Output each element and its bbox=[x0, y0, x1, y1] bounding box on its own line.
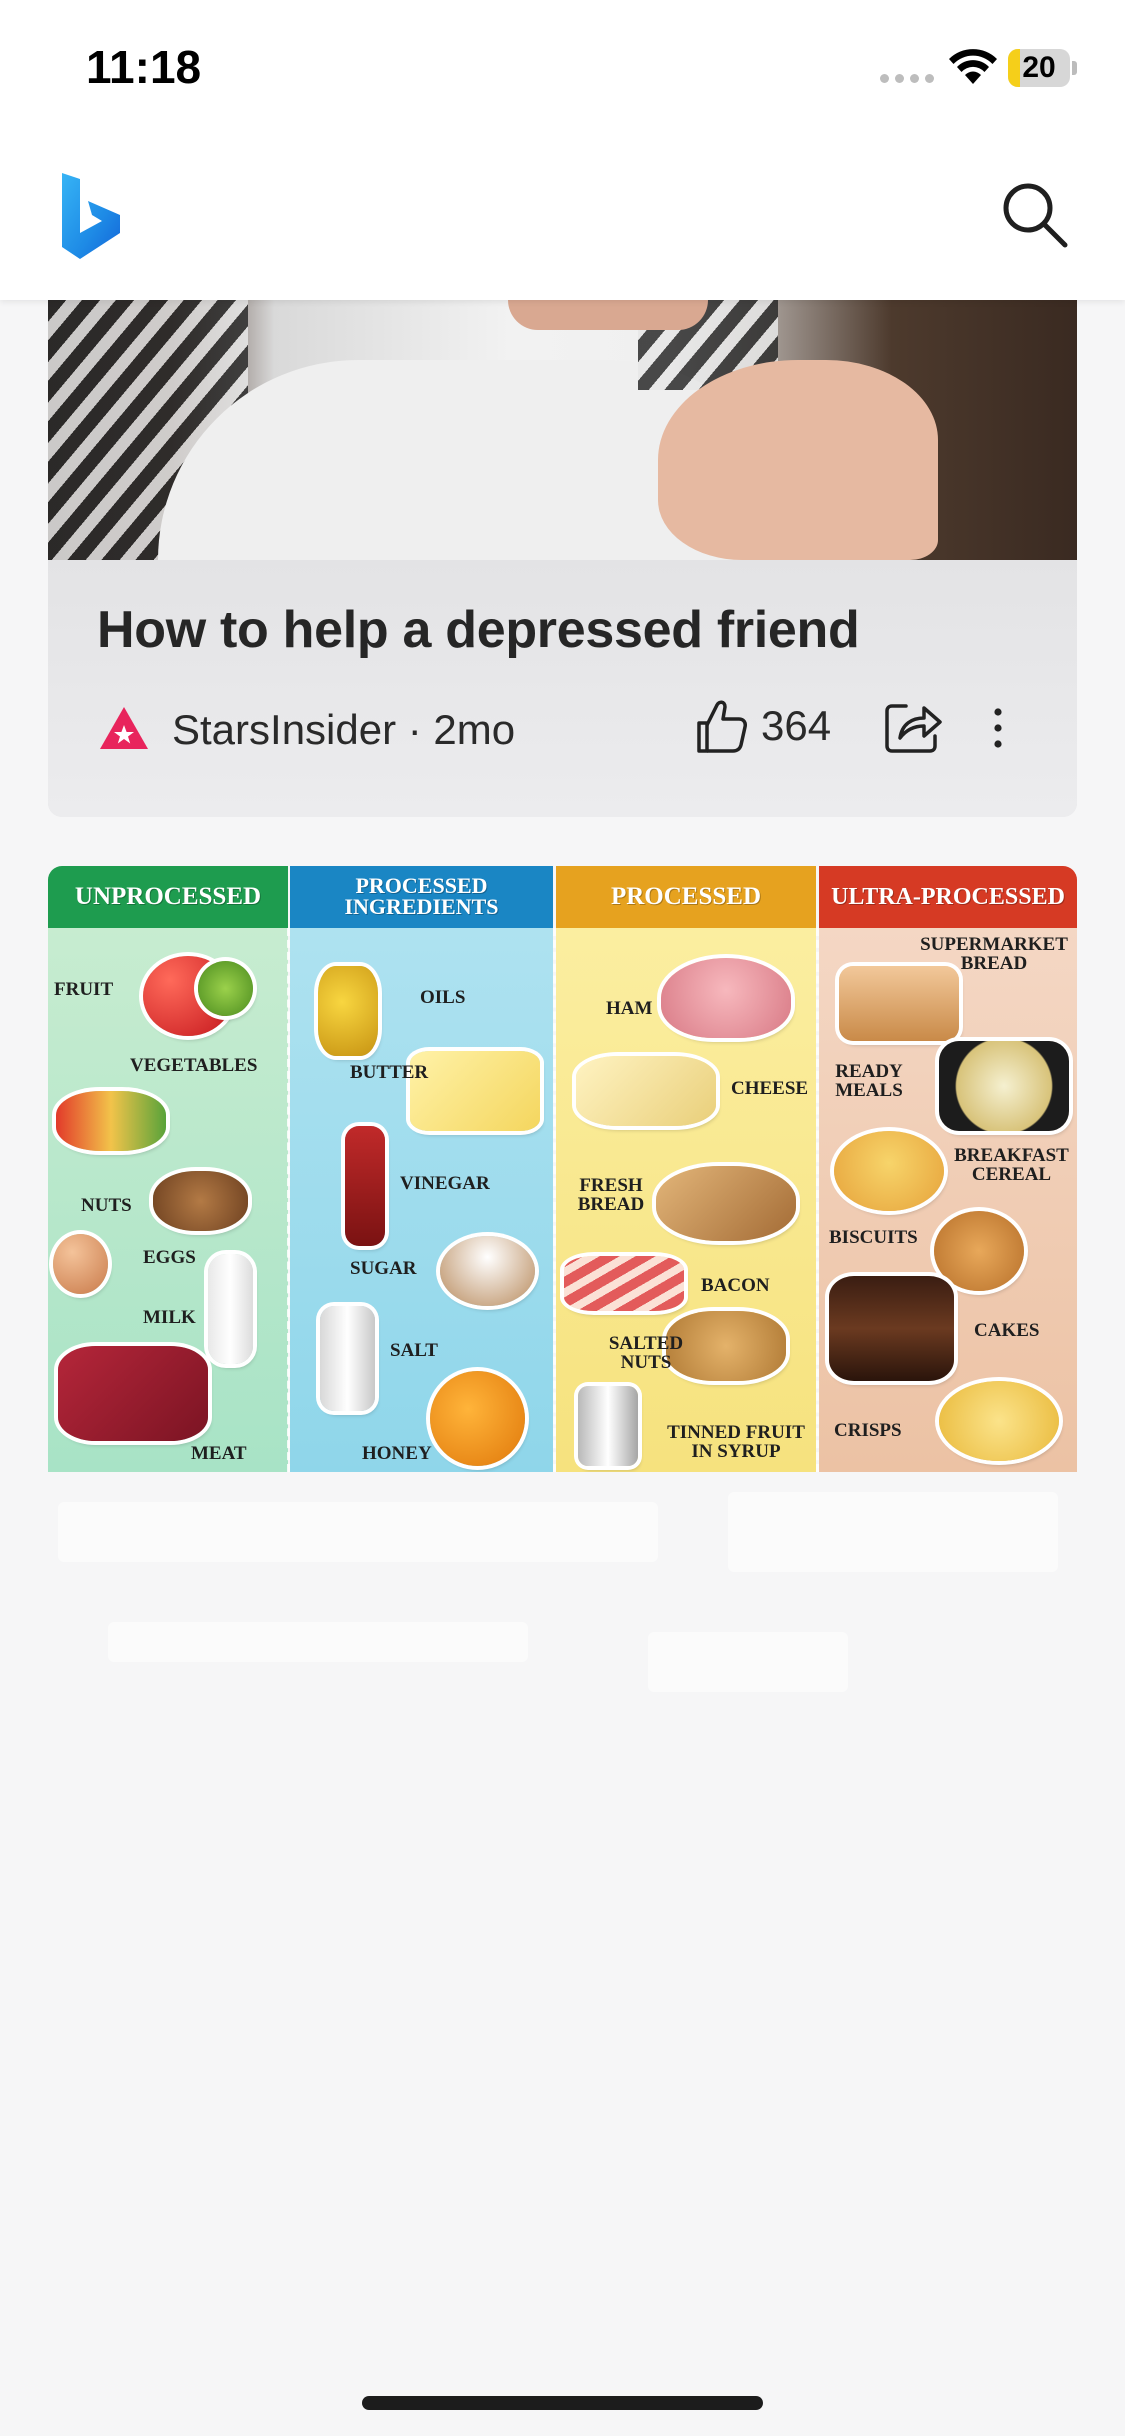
food-label: VINEGAR bbox=[400, 1173, 490, 1194]
food-label: HONEY bbox=[362, 1443, 432, 1464]
food-label: MEAT bbox=[191, 1443, 247, 1464]
battery-icon: 20 bbox=[1008, 49, 1078, 87]
food-label: SUGAR bbox=[350, 1258, 417, 1279]
news-card[interactable]: How to help a depressed friend StarsInsi… bbox=[48, 300, 1077, 817]
food-label: VEGETABLES bbox=[130, 1055, 258, 1076]
food-label: HAM bbox=[606, 998, 653, 1019]
food-label: SALT bbox=[390, 1340, 438, 1361]
screen: 11:18 20 How to help a depressed friend … bbox=[0, 0, 1125, 2436]
food-label: MILK bbox=[143, 1307, 196, 1328]
wifi-icon bbox=[949, 49, 997, 84]
food-label: BREAKFAST CEREAL bbox=[954, 1145, 1069, 1185]
news-card-image[interactable] bbox=[48, 300, 1077, 560]
food-label: BISCUITS bbox=[829, 1227, 918, 1248]
like-count: 364 bbox=[761, 702, 832, 749]
food-label: OILS bbox=[420, 987, 466, 1008]
column-processed-ingredients: PROCESSED INGREDIENTS OILS BUTTER VINEGA… bbox=[290, 866, 553, 1472]
food-label: FRUIT bbox=[54, 979, 114, 1000]
food-label: READY MEALS bbox=[835, 1061, 903, 1101]
starsinsider-logo-icon bbox=[100, 707, 148, 749]
battery-level: 20 bbox=[1022, 51, 1056, 84]
column-processed: PROCESSED HAM CHEESE FRESH BREAD BACON S… bbox=[556, 866, 816, 1472]
food-label: CRISPS bbox=[834, 1420, 902, 1441]
column-unprocessed: UNPROCESSED FRUIT VEGETABLES NUTS EGGS M… bbox=[48, 866, 288, 1472]
food-label: SUPERMARKET BREAD bbox=[920, 934, 1068, 974]
infographic-card[interactable]: UNPROCESSED FRUIT VEGETABLES NUTS EGGS M… bbox=[48, 866, 1077, 1472]
food-label: BUTTER bbox=[350, 1062, 429, 1083]
status-time: 11:18 bbox=[86, 41, 202, 93]
column-ultra-processed: ULTRA-PROCESSED SUPERMARKET BREAD READY … bbox=[819, 866, 1077, 1472]
search-icon[interactable] bbox=[995, 175, 1075, 255]
loading-content bbox=[48, 1472, 1077, 1772]
news-card-title[interactable]: How to help a depressed friend bbox=[97, 600, 860, 660]
thumbs-up-icon bbox=[697, 700, 747, 753]
news-card-source[interactable]: StarsInsider · 2mo bbox=[172, 706, 515, 754]
bing-logo[interactable] bbox=[58, 171, 124, 261]
home-indicator[interactable] bbox=[362, 2396, 763, 2410]
food-label: FRESH BREAD bbox=[577, 1175, 645, 1215]
food-label: CAKES bbox=[974, 1320, 1040, 1341]
news-card-body bbox=[48, 560, 1077, 817]
column-header: ULTRA-PROCESSED bbox=[819, 866, 1077, 928]
food-label: EGGS bbox=[143, 1247, 196, 1268]
like-button[interactable]: 364 bbox=[693, 696, 831, 756]
status-bar: 11:18 20 bbox=[0, 0, 1125, 135]
column-header: PROCESSED bbox=[556, 866, 816, 928]
food-label: NUTS bbox=[81, 1195, 132, 1216]
food-label: BACON bbox=[701, 1275, 770, 1296]
food-label: SALTED NUTS bbox=[608, 1333, 684, 1373]
column-header: UNPROCESSED bbox=[48, 866, 288, 928]
food-label: TINNED FRUIT IN SYRUP bbox=[667, 1422, 805, 1462]
signal-icon bbox=[880, 74, 934, 83]
column-header: PROCESSED INGREDIENTS bbox=[290, 866, 553, 928]
more-vertical-icon[interactable] bbox=[983, 700, 1013, 756]
share-icon[interactable] bbox=[884, 698, 942, 754]
app-header bbox=[0, 135, 1125, 300]
food-label: CHEESE bbox=[731, 1078, 809, 1099]
